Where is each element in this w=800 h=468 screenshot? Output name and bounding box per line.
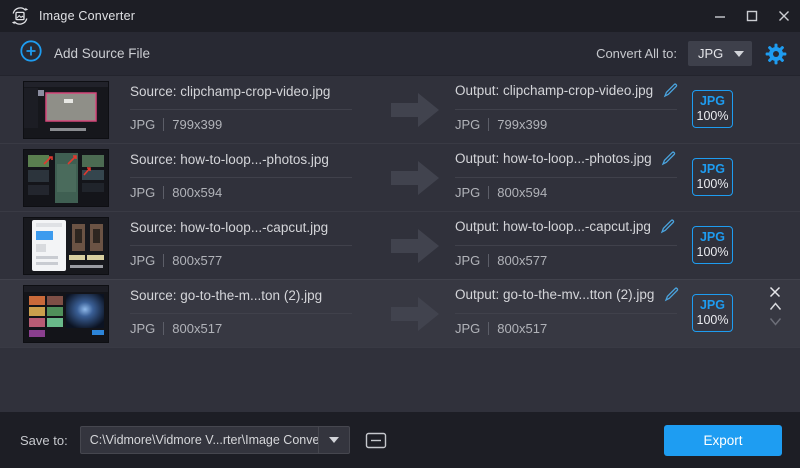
edit-output-name-button[interactable] — [661, 150, 677, 166]
title-bar: Image Converter — [0, 0, 800, 32]
divider — [455, 177, 677, 178]
source-filename: Source: clipchamp-crop-video.jpg — [130, 84, 330, 99]
folder-icon — [365, 431, 387, 450]
source-filename: Source: how-to-loop...-photos.jpg — [130, 152, 329, 167]
remove-row-button[interactable] — [763, 284, 787, 299]
pencil-icon — [660, 219, 675, 234]
add-source-file-label: Add Source File — [54, 46, 150, 61]
edit-output-name-button[interactable] — [660, 218, 676, 234]
convert-all-to-label: Convert All to: — [596, 46, 677, 61]
thumbnail-image — [24, 286, 108, 342]
minimize-button[interactable] — [704, 0, 736, 32]
chevron-down-icon — [769, 317, 782, 326]
browse-folder-button[interactable] — [363, 428, 389, 452]
export-button[interactable]: Export — [664, 425, 782, 456]
convert-arrow-icon — [391, 294, 441, 339]
convert-all-format-value: JPG — [698, 46, 723, 61]
close-icon — [769, 286, 781, 298]
output-filename: Output: go-to-the-mv...tton (2).jpg — [455, 287, 654, 302]
move-down-button[interactable] — [763, 314, 787, 329]
convert-arrow-icon — [391, 158, 441, 203]
chevron-up-icon — [769, 302, 782, 311]
convert-all-format-select[interactable]: JPG — [688, 41, 752, 66]
add-plus-icon — [20, 40, 42, 67]
source-meta: JPG799x399 — [130, 117, 222, 132]
app-title: Image Converter — [39, 9, 135, 23]
table-row[interactable]: Source: how-to-loop...-capcut.jpg JPG800… — [0, 212, 800, 280]
pencil-icon — [664, 287, 679, 302]
move-up-button[interactable] — [763, 299, 787, 314]
source-meta: JPG800x517 — [130, 321, 222, 336]
toolbar: Add Source File Convert All to: JPG — [0, 32, 800, 76]
divider — [455, 245, 677, 246]
table-row[interactable]: Source: how-to-loop...-photos.jpg JPG800… — [0, 144, 800, 212]
add-source-file-button[interactable]: Add Source File — [20, 40, 150, 67]
divider — [130, 177, 352, 178]
chevron-down-icon — [734, 51, 744, 57]
source-meta: JPG800x594 — [130, 185, 222, 200]
app-logo-icon — [10, 6, 30, 26]
convert-arrow-icon — [391, 90, 441, 135]
save-path-select[interactable]: C:\Vidmore\Vidmore V...rter\Image Conver… — [80, 426, 350, 454]
source-filename: Source: how-to-loop...-capcut.jpg — [130, 220, 328, 235]
row-controls — [763, 284, 787, 329]
source-meta: JPG800x577 — [130, 253, 222, 268]
output-format-badge[interactable]: JPG 100% — [692, 90, 733, 128]
settings-gear-button[interactable] — [764, 42, 788, 66]
output-format-badge[interactable]: JPG 100% — [692, 226, 733, 264]
thumbnail-image — [24, 150, 108, 206]
output-filename: Output: how-to-loop...-capcut.jpg — [455, 219, 651, 234]
output-format-badge[interactable]: JPG 100% — [692, 294, 733, 332]
divider — [130, 313, 352, 314]
pencil-icon — [663, 83, 678, 98]
edit-output-name-button[interactable] — [663, 286, 679, 302]
convert-arrow-icon — [391, 226, 441, 271]
output-filename: Output: clipchamp-crop-video.jpg — [455, 83, 653, 98]
save-path-dropdown-button[interactable] — [318, 427, 349, 453]
output-meta: JPG800x594 — [455, 185, 547, 200]
close-button[interactable] — [768, 0, 800, 32]
output-meta: JPG799x399 — [455, 117, 547, 132]
divider — [130, 109, 352, 110]
footer-bar: Save to: C:\Vidmore\Vidmore V...rter\Ima… — [0, 412, 800, 468]
source-filename: Source: go-to-the-m...ton (2).jpg — [130, 288, 322, 303]
thumbnail-image — [24, 218, 108, 274]
table-row[interactable]: Source: clipchamp-crop-video.jpg JPG799x… — [0, 76, 800, 144]
save-path-value: C:\Vidmore\Vidmore V...rter\Image Conver… — [81, 433, 318, 447]
output-meta: JPG800x517 — [455, 321, 547, 336]
edit-output-name-button[interactable] — [662, 82, 678, 98]
divider — [455, 109, 677, 110]
conversion-list: Source: clipchamp-crop-video.jpg JPG799x… — [0, 76, 800, 412]
output-meta: JPG800x577 — [455, 253, 547, 268]
table-row[interactable]: Source: go-to-the-m...ton (2).jpg JPG800… — [0, 279, 800, 348]
maximize-button[interactable] — [736, 0, 768, 32]
output-filename: Output: how-to-loop...-photos.jpg — [455, 151, 652, 166]
pencil-icon — [661, 151, 676, 166]
thumbnail-image — [24, 82, 108, 138]
save-to-label: Save to: — [20, 433, 68, 448]
gear-icon — [765, 43, 787, 65]
divider — [455, 313, 677, 314]
divider — [130, 245, 352, 246]
window-controls — [704, 0, 800, 32]
chevron-down-icon — [329, 437, 339, 443]
output-format-badge[interactable]: JPG 100% — [692, 158, 733, 196]
